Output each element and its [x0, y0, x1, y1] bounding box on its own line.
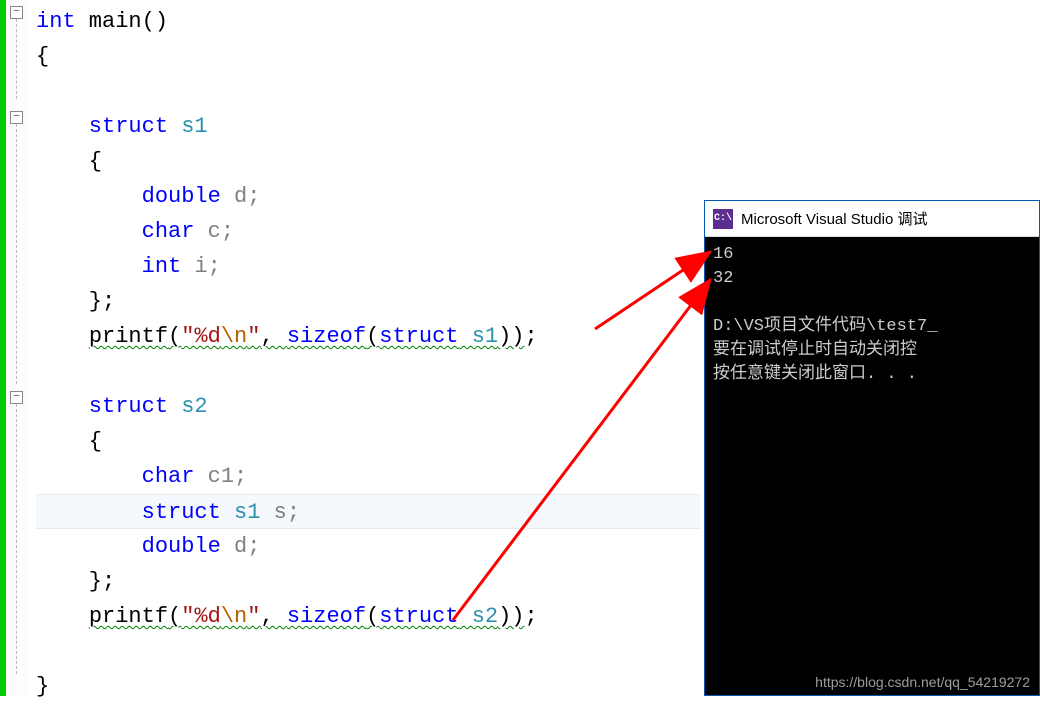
code-line: struct s2	[36, 389, 700, 424]
code-line	[36, 74, 700, 109]
code-line: {	[36, 144, 700, 179]
code-line	[36, 354, 700, 389]
code-line: double d;	[36, 179, 700, 214]
fold-line	[16, 124, 17, 384]
code-line: printf("%d\n", sizeof(struct s1));	[36, 319, 700, 354]
code-line: {	[36, 39, 700, 74]
code-line: };	[36, 284, 700, 319]
code-area[interactable]: int main() { struct s1 { double d; char …	[28, 0, 700, 696]
console-output[interactable]: 16 32 D:\VS项目文件代码\test7_ 要在调试停止时自动关闭控 按任…	[705, 237, 1039, 695]
code-line: }	[36, 669, 700, 704]
fold-line	[16, 404, 17, 674]
fold-toggle-icon[interactable]: −	[10, 391, 23, 404]
fold-toggle-icon[interactable]: −	[10, 6, 23, 19]
code-line: int i;	[36, 249, 700, 284]
code-line-current: struct s1 s;	[36, 494, 700, 529]
watermark: https://blog.csdn.net/qq_54219272	[815, 674, 1030, 690]
code-line	[36, 634, 700, 669]
console-window: C:\ Microsoft Visual Studio 调试 16 32 D:\…	[704, 200, 1040, 696]
vs-icon: C:\	[713, 209, 733, 229]
code-line: struct s1	[36, 109, 700, 144]
code-line: printf("%d\n", sizeof(struct s2));	[36, 599, 700, 634]
fold-toggle-icon[interactable]: −	[10, 111, 23, 124]
console-titlebar[interactable]: C:\ Microsoft Visual Studio 调试	[705, 201, 1039, 237]
code-line: char c1;	[36, 459, 700, 494]
console-title: Microsoft Visual Studio 调试	[741, 208, 927, 229]
code-line: int main()	[36, 4, 700, 39]
fold-gutter: − − −	[6, 0, 28, 696]
code-line: double d;	[36, 529, 700, 564]
code-line: };	[36, 564, 700, 599]
fold-line	[16, 19, 17, 99]
code-editor: − − − int main() { struct s1 { double d;…	[0, 0, 700, 696]
code-line: char c;	[36, 214, 700, 249]
code-line: {	[36, 424, 700, 459]
